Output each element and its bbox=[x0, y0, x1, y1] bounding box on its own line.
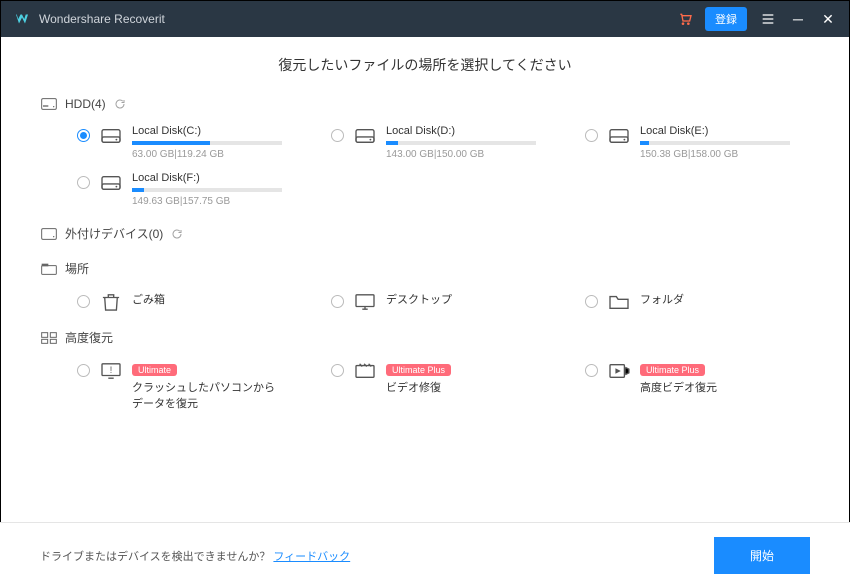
disks-grid: Local Disk(C:)63.00 GB|119.24 GBLocal Di… bbox=[41, 125, 809, 207]
cart-icon[interactable] bbox=[677, 11, 693, 27]
place-folder[interactable]: フォルダ bbox=[585, 291, 809, 311]
refresh-icon[interactable] bbox=[171, 228, 183, 240]
disk-label: Local Disk(C:) bbox=[132, 125, 301, 137]
disk-usage-bar bbox=[132, 141, 282, 145]
external-device-icon bbox=[41, 227, 57, 241]
advanced-video-repair[interactable]: Ultimate Plus ビデオ修復 bbox=[331, 360, 555, 415]
drive-icon bbox=[608, 127, 630, 145]
video-repair-icon bbox=[354, 362, 376, 380]
ultimate-plus-badge: Ultimate Plus bbox=[386, 364, 451, 376]
radio[interactable] bbox=[77, 129, 90, 142]
section-external-label: 外付けデバイス(0) bbox=[65, 225, 163, 242]
hdd-icon bbox=[41, 97, 57, 111]
section-places-header: 場所 bbox=[41, 260, 809, 277]
disk-label: Local Disk(D:) bbox=[386, 125, 555, 137]
place-trash[interactable]: ごみ箱 bbox=[77, 291, 301, 311]
disk-usage-bar bbox=[386, 141, 536, 145]
app-logo-wrap: Wondershare Recoverit bbox=[13, 10, 165, 28]
radio[interactable] bbox=[77, 364, 90, 377]
disk-usage-bar bbox=[640, 141, 790, 145]
radio[interactable] bbox=[331, 364, 344, 377]
close-button[interactable]: ✕ bbox=[819, 11, 837, 28]
place-label: ごみ箱 bbox=[132, 291, 301, 307]
section-hdd-header: HDD(4) bbox=[41, 97, 809, 111]
desktop-icon bbox=[354, 293, 376, 311]
start-button[interactable]: 開始 bbox=[714, 537, 810, 574]
footer: ドライブまたはデバイスを検出できませんか？ フィードバック 開始 bbox=[0, 522, 850, 588]
menu-icon[interactable] bbox=[759, 11, 777, 27]
radio[interactable] bbox=[77, 176, 90, 189]
place-label: フォルダ bbox=[640, 291, 809, 307]
titlebar-controls: 登録 ─ ✕ bbox=[677, 7, 837, 31]
disk-item[interactable]: Local Disk(D:) 143.00 GB|150.00 GB bbox=[331, 125, 555, 160]
advanced-label: クラッシュしたパソコンからデータを復元 bbox=[132, 379, 282, 411]
disk-meta: 143.00 GB|150.00 GB bbox=[386, 149, 555, 160]
video-advanced-icon bbox=[608, 362, 630, 380]
titlebar: Wondershare Recoverit 登録 ─ ✕ bbox=[1, 1, 849, 37]
disk-item[interactable]: Local Disk(F:) 149.63 GB|157.75 GB bbox=[77, 172, 301, 207]
drive-icon bbox=[100, 174, 122, 192]
section-advanced-label: 高度復元 bbox=[65, 329, 113, 346]
register-button[interactable]: 登録 bbox=[705, 7, 747, 31]
disk-item[interactable]: Local Disk(C:) 63.00 GB|119.24 GB bbox=[77, 125, 301, 160]
disk-meta: 149.63 GB|157.75 GB bbox=[132, 196, 301, 207]
minimize-button[interactable]: ─ bbox=[789, 11, 807, 27]
app-title: Wondershare Recoverit bbox=[39, 12, 165, 26]
radio[interactable] bbox=[331, 295, 344, 308]
places-section-icon bbox=[41, 262, 57, 276]
main-content: 復元したいファイルの場所を選択してください HDD(4) Local Disk(… bbox=[1, 37, 849, 415]
advanced-crash-recovery[interactable]: ! Ultimate クラッシュしたパソコンからデータを復元 bbox=[77, 360, 301, 415]
feedback-link[interactable]: フィードバック bbox=[273, 551, 350, 563]
section-places: 場所 ごみ箱 デスクトップ フォルダ bbox=[41, 260, 809, 311]
radio[interactable] bbox=[585, 295, 598, 308]
disk-label: Local Disk(E:) bbox=[640, 125, 809, 137]
disk-item[interactable]: Local Disk(E:) 150.38 GB|158.00 GB bbox=[585, 125, 809, 160]
page-title: 復元したいファイルの場所を選択してください bbox=[41, 55, 809, 75]
radio[interactable] bbox=[331, 129, 344, 142]
section-places-label: 場所 bbox=[65, 260, 89, 277]
section-external-header: 外付けデバイス(0) bbox=[41, 225, 809, 242]
ultimate-badge: Ultimate bbox=[132, 364, 177, 376]
section-external: 外付けデバイス(0) bbox=[41, 225, 809, 242]
section-hdd-label: HDD(4) bbox=[65, 97, 106, 111]
section-hdd: HDD(4) Local Disk(C:)63.00 GB|119.24 GBL… bbox=[41, 97, 809, 207]
advanced-label: ビデオ修復 bbox=[386, 379, 555, 395]
section-advanced-header: 高度復元 bbox=[41, 329, 809, 346]
footer-prompt: ドライブまたはデバイスを検出できませんか？ bbox=[40, 551, 270, 563]
disk-meta: 63.00 GB|119.24 GB bbox=[132, 149, 301, 160]
app-logo-icon bbox=[13, 10, 31, 28]
disk-meta: 150.38 GB|158.00 GB bbox=[640, 149, 809, 160]
advanced-video-advanced[interactable]: Ultimate Plus 高度ビデオ復元 bbox=[585, 360, 809, 415]
place-label: デスクトップ bbox=[386, 291, 555, 307]
drive-icon bbox=[100, 127, 122, 145]
place-desktop[interactable]: デスクトップ bbox=[331, 291, 555, 311]
folder-icon bbox=[608, 293, 630, 311]
trash-icon bbox=[100, 293, 122, 311]
places-grid: ごみ箱 デスクトップ フォルダ bbox=[41, 291, 809, 311]
refresh-icon[interactable] bbox=[114, 98, 126, 110]
footer-prompt-wrap: ドライブまたはデバイスを検出できませんか？ フィードバック bbox=[40, 548, 350, 564]
ultimate-plus-badge: Ultimate Plus bbox=[640, 364, 705, 376]
svg-text:!: ! bbox=[110, 365, 113, 375]
radio[interactable] bbox=[585, 364, 598, 377]
drive-icon bbox=[354, 127, 376, 145]
advanced-grid: ! Ultimate クラッシュしたパソコンからデータを復元 Ultimate … bbox=[41, 360, 809, 415]
radio[interactable] bbox=[77, 295, 90, 308]
disk-usage-bar bbox=[132, 188, 282, 192]
radio[interactable] bbox=[585, 129, 598, 142]
section-advanced: 高度復元 ! Ultimate クラッシュしたパソコンからデータを復元 Ulti… bbox=[41, 329, 809, 415]
advanced-label: 高度ビデオ復元 bbox=[640, 379, 809, 395]
disk-label: Local Disk(F:) bbox=[132, 172, 301, 184]
monitor-alert-icon: ! bbox=[100, 362, 122, 380]
advanced-section-icon bbox=[41, 331, 57, 345]
